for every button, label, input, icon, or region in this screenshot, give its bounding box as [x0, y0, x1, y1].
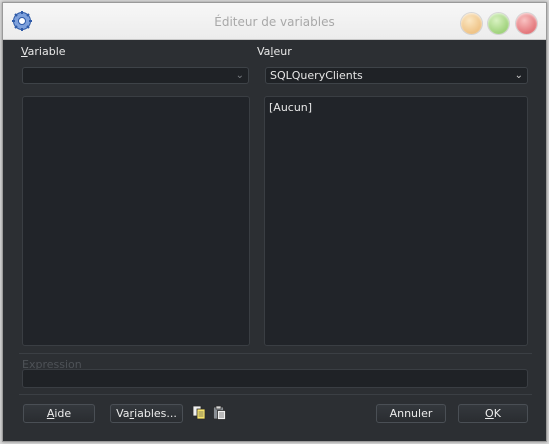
variable-label: Variable [21, 45, 66, 58]
ok-button[interactable]: OK [458, 404, 528, 423]
valeur-content: [Aucun] [269, 101, 313, 114]
separator [19, 353, 532, 354]
title-bar: Éditeur de variables [3, 3, 546, 40]
paste-icon[interactable] [212, 405, 227, 420]
minimize-button[interactable] [461, 13, 482, 34]
close-button[interactable] [516, 13, 537, 34]
valeur-combo[interactable]: SQLQueryClients ⌄ [265, 67, 528, 84]
chevron-down-icon: ⌄ [514, 70, 523, 81]
expression-field[interactable] [22, 369, 528, 388]
variable-editor-window: Éditeur de variables Variable ⌄ Valeur S… [2, 2, 547, 442]
maximize-button[interactable] [488, 13, 509, 34]
chevron-down-icon: ⌄ [235, 70, 244, 81]
valeur-combo-value: SQLQueryClients [270, 69, 363, 82]
variables-button[interactable]: Variables... [110, 404, 183, 423]
variable-combo[interactable]: ⌄ [22, 67, 249, 84]
aide-button[interactable]: Aide [23, 404, 95, 423]
variable-list[interactable] [22, 96, 250, 346]
annuler-button[interactable]: Annuler [376, 404, 446, 423]
separator [19, 394, 532, 395]
valeur-panel[interactable]: [Aucun] [264, 96, 528, 346]
copy-icon[interactable] [192, 405, 207, 420]
valeur-label: Valeur [257, 45, 292, 58]
